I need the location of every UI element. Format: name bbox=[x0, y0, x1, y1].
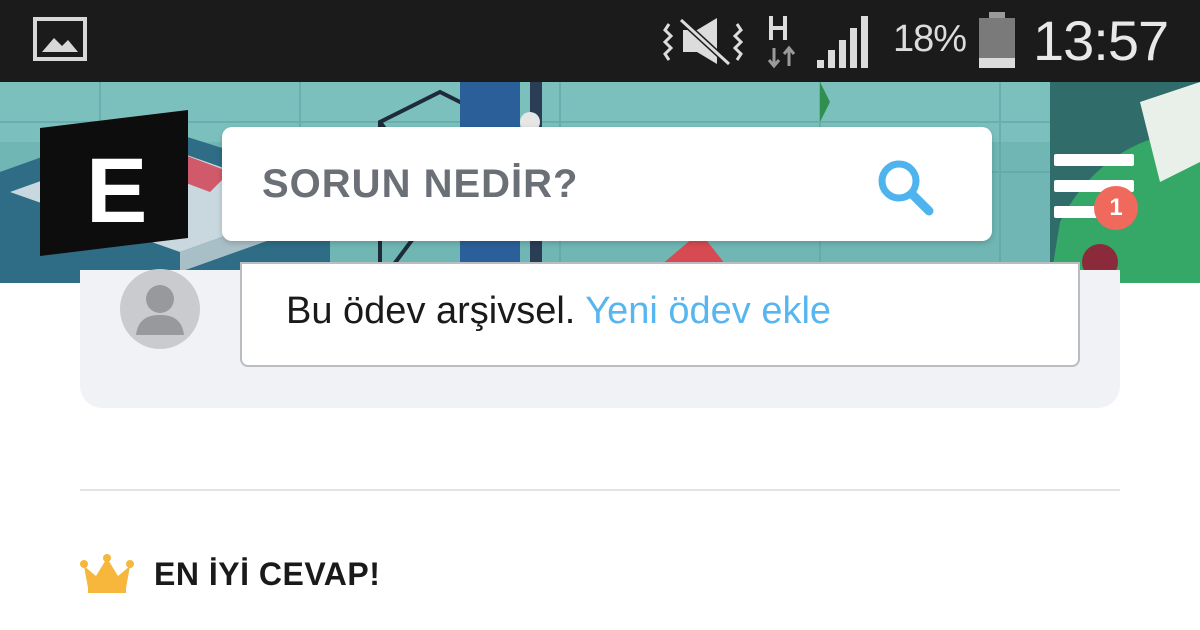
image-icon bbox=[33, 17, 87, 61]
mute-vibrate-icon bbox=[663, 17, 743, 66]
comment-box: Bu ödev arşivsel. Yeni ödev ekle bbox=[240, 262, 1080, 367]
notification-badge: 1 bbox=[1094, 186, 1138, 230]
user-avatar bbox=[120, 269, 200, 349]
logo-letter: E bbox=[86, 140, 147, 242]
section-divider bbox=[80, 489, 1120, 491]
network-h-icon bbox=[767, 16, 796, 69]
battery-icon bbox=[979, 12, 1015, 68]
search-box[interactable] bbox=[222, 127, 992, 241]
crown-icon bbox=[80, 554, 134, 593]
signal-icon bbox=[817, 16, 868, 68]
search-input[interactable] bbox=[262, 153, 862, 215]
brand-logo[interactable]: E bbox=[40, 110, 188, 256]
battery-percent: 18% bbox=[893, 18, 967, 60]
best-answer-label: EN İYİ CEVAP! bbox=[154, 556, 381, 592]
clock: 13:57 bbox=[1033, 9, 1169, 72]
archived-text: Bu ödev arşivsel. bbox=[286, 290, 576, 332]
status-bar: 18% 13:57 bbox=[0, 0, 1200, 82]
header-banner: E 1 bbox=[0, 82, 1200, 283]
archived-message: Bu ödev arşivsel. Yeni ödev ekle bbox=[286, 290, 831, 333]
new-homework-link[interactable]: Yeni ödev ekle bbox=[585, 290, 831, 332]
search-icon[interactable] bbox=[873, 155, 937, 219]
person-icon bbox=[136, 285, 184, 335]
